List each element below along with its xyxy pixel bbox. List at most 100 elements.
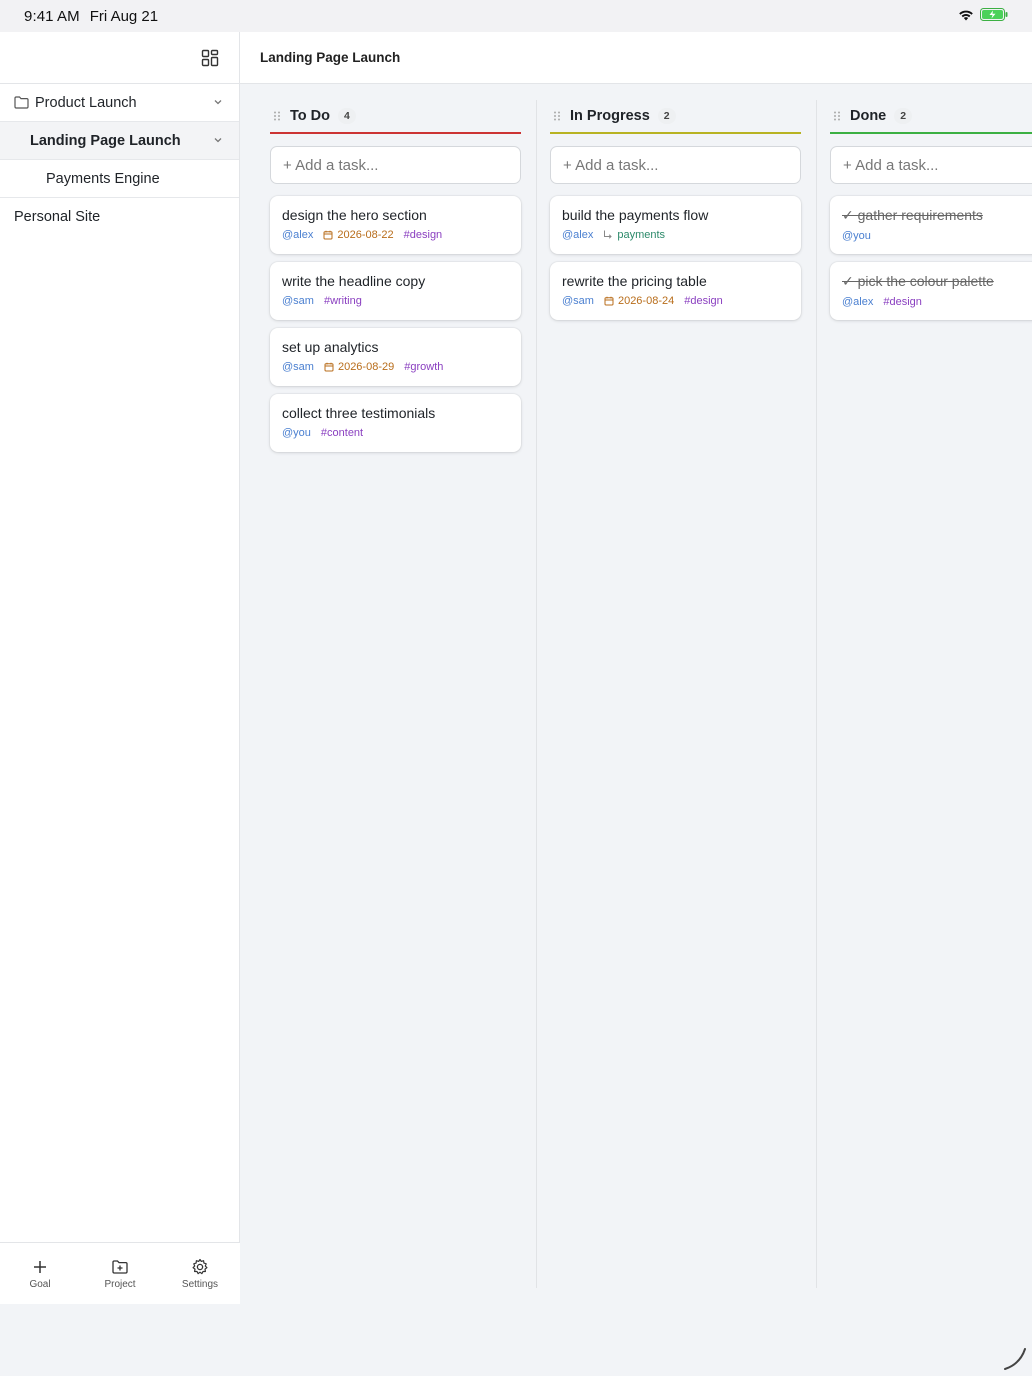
task-title: set up analytics [282,339,379,355]
drag-handle-icon[interactable] [832,110,842,122]
add-task-input[interactable]: + Add a task... [270,146,521,184]
task-meta: @you [842,230,1032,242]
task-title: ✓ pick the colour palette [842,273,994,289]
task-card[interactable]: set up analytics @sam 2026-08-29 #growth [270,328,521,386]
add-project-label: Project [104,1278,136,1290]
task-assignee: @sam [562,295,594,307]
task-due-date-text: 2026-08-29 [337,361,395,373]
calendar-icon [324,362,334,372]
task-assignee: @sam [282,295,314,307]
task-title: rewrite the pricing table [562,273,707,289]
task-meta: @sam 2026-08-29 #growth [282,361,509,373]
sidebar-bottom-bar: Goal Project Settings [0,1242,240,1304]
task-tag: #writing [323,295,362,307]
battery-icon [980,8,1008,21]
task-meta: @sam 2026-08-24 #design [562,295,789,307]
resize-handle-icon[interactable] [1002,1346,1028,1372]
task-tag: #growth [404,361,444,373]
sidebar-item-personal-site[interactable]: Personal Site [0,198,239,236]
page-header: Landing Page Launch [240,32,1032,84]
task-assignee: @alex [562,229,594,241]
task-subproject-text: payments [617,229,666,241]
task-card[interactable]: ✓ gather requirements @you [830,196,1032,254]
column-count-badge: 2 [894,108,913,124]
column-done: Done 2 + Add a task... ✓ gather requirem… [800,84,1032,1288]
task-tag: #design [883,296,922,308]
drag-handle-icon[interactable] [272,110,282,122]
task-title: collect three testimonials [282,405,436,421]
column-title: In Progress [570,108,650,124]
task-title: write the headline copy [282,273,426,289]
sidebar-goal-product-launch[interactable]: Product Launch [0,84,239,122]
column-title: Done [850,108,887,124]
sidebar-subproject-payments-engine[interactable]: Payments Engine [0,160,239,198]
plus-icon [34,1260,46,1273]
task-due-date-text: 2026-08-24 [617,295,675,307]
page-title: Landing Page Launch [260,50,401,65]
task-due-date-text: 2026-08-22 [337,229,394,241]
add-goal-label: Goal [29,1278,51,1290]
settings-button[interactable]: Settings [165,1258,235,1290]
sidebar: Product Launch Landing Page Launch Payme… [0,32,240,1304]
column-to-do: To Do 4 + Add a task... design the hero … [240,84,521,1288]
task-title: build the payments flow [562,207,709,223]
sidebar-project-label: Landing Page Launch [30,132,181,149]
add-task-input[interactable]: + Add a task... [550,146,801,184]
column-title: To Do [290,108,330,124]
column-in-progress: In Progress 2 + Add a task... build the … [520,84,801,1288]
task-meta: @alex 2026-08-22 #design [282,229,509,241]
add-task-input[interactable]: + Add a task... [830,146,1032,184]
sidebar-subproject-label: Payments Engine [46,170,160,187]
task-meta: @sam #writing [282,295,509,307]
task-meta: @alex payments [562,229,789,241]
add-goal-button[interactable]: Goal [5,1258,75,1290]
gear-icon [192,1258,208,1274]
settings-label: Settings [181,1278,219,1290]
task-due-date: 2026-08-24 [604,295,674,307]
calendar-icon [604,296,614,306]
column-header[interactable]: In Progress 2 [550,100,801,134]
status-date: Fri Aug 21 [89,7,159,25]
drag-handle-icon[interactable] [552,110,562,122]
task-title: ✓ gather requirements [842,207,983,223]
task-assignee: @alex [842,296,874,308]
task-due-date: 2026-08-22 [323,229,394,241]
task-tag: #design [403,229,443,241]
task-tag: #content [320,427,364,439]
task-subproject-link[interactable]: payments [603,229,665,241]
add-project-button[interactable]: Project [85,1258,155,1290]
task-title: design the hero section [282,207,427,223]
column-count-badge: 4 [338,108,356,124]
kanban-board: To Do 4 + Add a task... design the hero … [240,84,1032,1304]
task-assignee: @alex [282,229,314,241]
task-due-date: 2026-08-29 [324,361,394,373]
folder-plus-icon [112,1259,128,1274]
task-card[interactable]: build the payments flow @alex payments [550,196,801,254]
folder-icon [14,96,29,109]
sidebar-project-landing-page-launch[interactable]: Landing Page Launch [0,122,239,160]
task-card[interactable]: collect three testimonials @you #content [270,394,521,452]
sidebar-toolbar [0,32,239,84]
layout-grid-icon[interactable] [201,49,219,67]
task-assignee: @you [282,427,311,439]
status-icons [958,8,1008,21]
column-header[interactable]: To Do 4 [270,100,521,134]
wifi-icon [959,10,973,20]
chevron-down-icon[interactable] [213,135,223,145]
task-card[interactable]: design the hero section @alex 2026-08-22… [270,196,521,254]
task-card[interactable]: rewrite the pricing table @sam 2026-08-2… [550,262,801,320]
task-card[interactable]: ✓ pick the colour palette @alex #design [830,262,1032,320]
task-assignee: @sam [282,361,314,373]
chevron-down-icon[interactable] [213,97,223,107]
task-assignee: @you [842,230,871,242]
sidebar-item-label: Personal Site [14,209,101,225]
task-card[interactable]: write the headline copy @sam #writing [270,262,521,320]
sidebar-goal-label: Product Launch [35,94,137,111]
column-header[interactable]: Done 2 [830,100,1032,134]
subtask-link-icon [604,230,613,239]
status-time: 9:41 AM [24,7,80,25]
task-meta: @alex #design [842,296,1032,308]
calendar-icon [323,230,333,240]
task-meta: @you #content [282,427,509,439]
status-bar: 9:41 AM Fri Aug 21 [0,0,1032,32]
